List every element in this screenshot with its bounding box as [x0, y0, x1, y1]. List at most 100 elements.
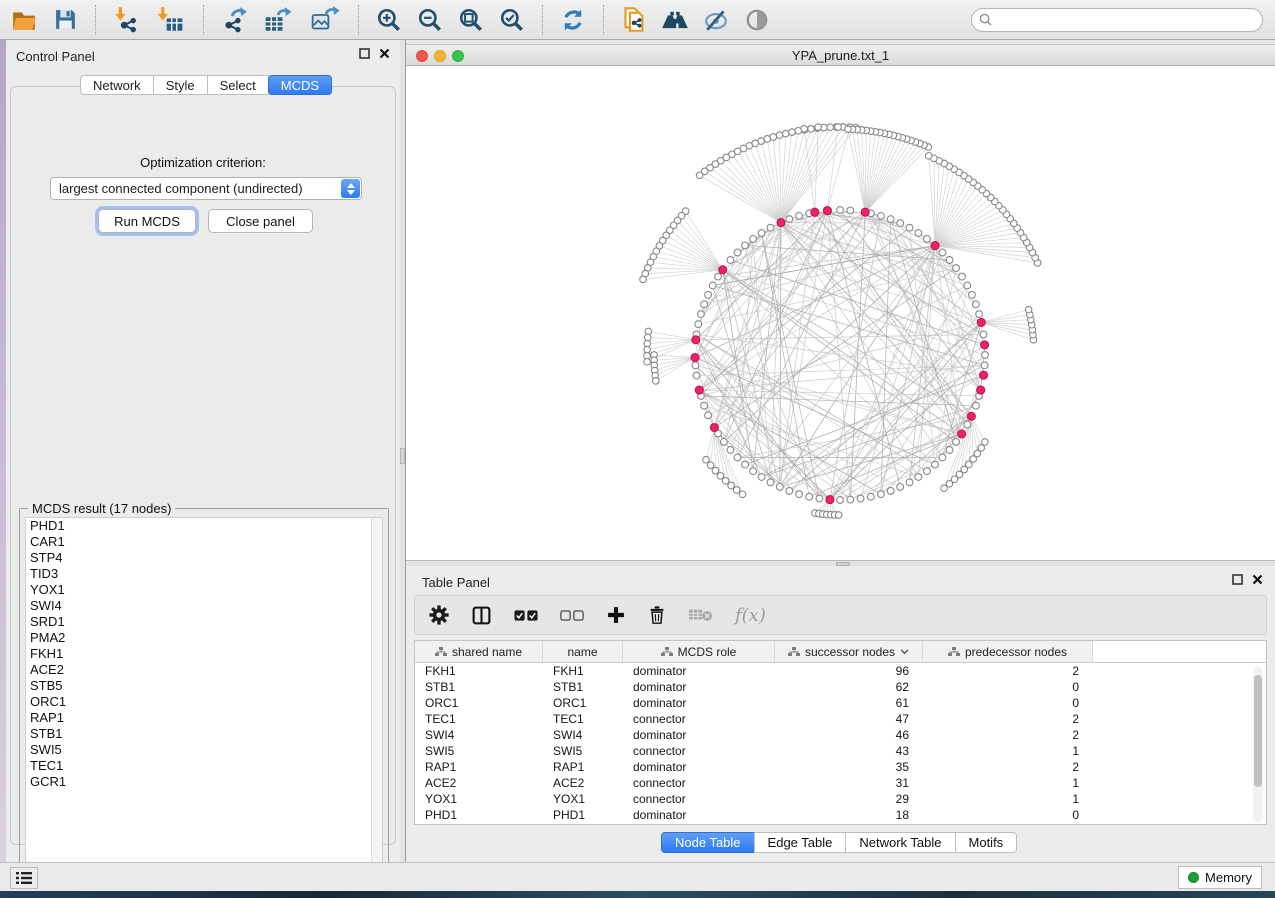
graph-node[interactable] — [782, 130, 789, 137]
deselect-all-icon[interactable] — [560, 609, 584, 622]
refresh-icon[interactable] — [557, 4, 589, 36]
tab-network-table[interactable]: Network Table — [845, 832, 955, 853]
graph-hub-node[interactable] — [861, 208, 869, 216]
graph-node[interactable] — [739, 491, 746, 498]
graph-hub-node[interactable] — [977, 386, 985, 394]
close-panel-icon[interactable] — [1252, 574, 1263, 585]
graph-node[interactable] — [924, 236, 931, 243]
graph-node[interactable] — [980, 331, 987, 338]
search-input[interactable] — [971, 8, 1263, 32]
graph-node[interactable] — [976, 311, 983, 318]
open-folder-icon[interactable] — [8, 4, 40, 36]
graph-node[interactable] — [932, 461, 939, 468]
graph-node[interactable] — [742, 461, 749, 468]
graph-node[interactable] — [709, 282, 716, 289]
graph-node[interactable] — [707, 462, 714, 469]
graph-node[interactable] — [789, 129, 796, 136]
mcds-result-item[interactable]: GCR1 — [26, 774, 382, 790]
graph-node[interactable] — [964, 421, 971, 428]
memory-button[interactable]: Memory — [1178, 866, 1262, 889]
table-row[interactable]: SWI5SWI5connector431 — [415, 743, 1266, 759]
graph-hub-node[interactable] — [811, 208, 819, 216]
add-row-icon[interactable] — [606, 605, 626, 625]
import-table-icon[interactable] — [151, 4, 189, 36]
graph-hub-node[interactable] — [977, 318, 985, 326]
graph-node[interactable] — [733, 487, 740, 494]
graph-node[interactable] — [734, 249, 741, 256]
show-graphics-details-icon[interactable] — [741, 4, 773, 36]
graph-node[interactable] — [722, 478, 729, 485]
tab-node-table[interactable]: Node Table — [661, 832, 755, 853]
graph-node[interactable] — [742, 242, 749, 249]
mcds-result-item[interactable]: PMA2 — [26, 630, 382, 646]
import-network-icon[interactable] — [110, 4, 142, 36]
graph-node[interactable] — [786, 216, 793, 223]
search-network-icon[interactable] — [659, 4, 691, 36]
graph-node[interactable] — [734, 454, 741, 461]
zoom-selected-icon[interactable] — [496, 4, 528, 36]
tab-select[interactable]: Select — [207, 75, 269, 95]
column-header-successor-nodes[interactable]: successor nodes — [775, 641, 923, 663]
mcds-result-item[interactable]: TEC1 — [26, 758, 382, 774]
graph-node[interactable] — [835, 124, 842, 131]
graph-hub-node[interactable] — [777, 219, 785, 227]
graph-hub-node[interactable] — [691, 354, 699, 362]
mcds-list-scrollbar[interactable] — [371, 518, 382, 872]
graph-node[interactable] — [981, 362, 988, 369]
graph-node[interactable] — [696, 172, 703, 179]
table-row[interactable]: RAP1RAP1dominator352 — [415, 759, 1266, 775]
graph-node[interactable] — [906, 224, 913, 231]
graph-node[interactable] — [717, 473, 724, 480]
graph-node[interactable] — [786, 488, 793, 495]
graph-node[interactable] — [808, 126, 815, 133]
graph-node[interactable] — [701, 402, 708, 409]
graph-node[interactable] — [847, 496, 854, 503]
graph-node[interactable] — [727, 257, 734, 264]
table-row[interactable]: SWI4SWI4dominator462 — [415, 727, 1266, 743]
graph-node[interactable] — [653, 378, 660, 385]
network-canvas[interactable] — [406, 66, 1275, 560]
graph-node[interactable] — [721, 439, 728, 446]
graph-node[interactable] — [887, 216, 894, 223]
graph-hub-node[interactable] — [719, 266, 727, 274]
graph-node[interactable] — [959, 273, 966, 280]
graph-hub-node[interactable] — [967, 412, 975, 420]
graph-node[interactable] — [767, 479, 774, 486]
graph-node[interactable] — [758, 474, 765, 481]
graph-node[interactable] — [703, 456, 710, 463]
graph-node[interactable] — [727, 447, 734, 454]
network-graph[interactable] — [406, 66, 1275, 560]
clone-network-icon[interactable] — [618, 4, 650, 36]
task-history-button[interactable] — [10, 867, 38, 889]
graph-node[interactable] — [878, 213, 885, 220]
mcds-result-item[interactable]: STB1 — [26, 726, 382, 742]
mcds-result-item[interactable]: RAP1 — [26, 710, 382, 726]
graph-hub-node[interactable] — [692, 336, 700, 344]
zoom-fit-icon[interactable] — [455, 4, 487, 36]
table-row[interactable]: FKH1FKH1dominator962 — [415, 663, 1266, 679]
column-header-predecessor-nodes[interactable]: predecessor nodes — [923, 641, 1093, 663]
mcds-result-item[interactable]: ACE2 — [26, 662, 382, 678]
column-header-name[interactable]: name — [543, 641, 623, 663]
zoom-out-icon[interactable] — [414, 4, 446, 36]
graph-node[interactable] — [816, 495, 823, 502]
close-panel-button[interactable]: Close panel — [208, 209, 313, 233]
tab-edge-table[interactable]: Edge Table — [754, 832, 847, 853]
tab-motifs[interactable]: Motifs — [955, 832, 1018, 853]
graph-node[interactable] — [776, 132, 783, 139]
graph-node[interactable] — [867, 493, 874, 500]
mcds-result-item[interactable]: TID3 — [26, 566, 382, 582]
graph-node[interactable] — [915, 474, 922, 481]
select-all-icon[interactable] — [514, 609, 538, 622]
splitter-grip[interactable] — [400, 448, 405, 464]
graph-node[interactable] — [925, 153, 932, 160]
table-row[interactable]: STB1STB1dominator620 — [415, 679, 1266, 695]
close-panel-icon[interactable] — [379, 48, 390, 59]
mcds-result-item[interactable]: STB5 — [26, 678, 382, 694]
tab-network[interactable]: Network — [80, 75, 154, 95]
table-row[interactable]: PHD1PHD1dominator180 — [415, 807, 1266, 823]
graph-node[interactable] — [801, 126, 808, 133]
graph-node[interactable] — [750, 468, 757, 475]
graph-node[interactable] — [712, 467, 719, 474]
column-header-mcds-role[interactable]: MCDS role — [623, 641, 775, 663]
